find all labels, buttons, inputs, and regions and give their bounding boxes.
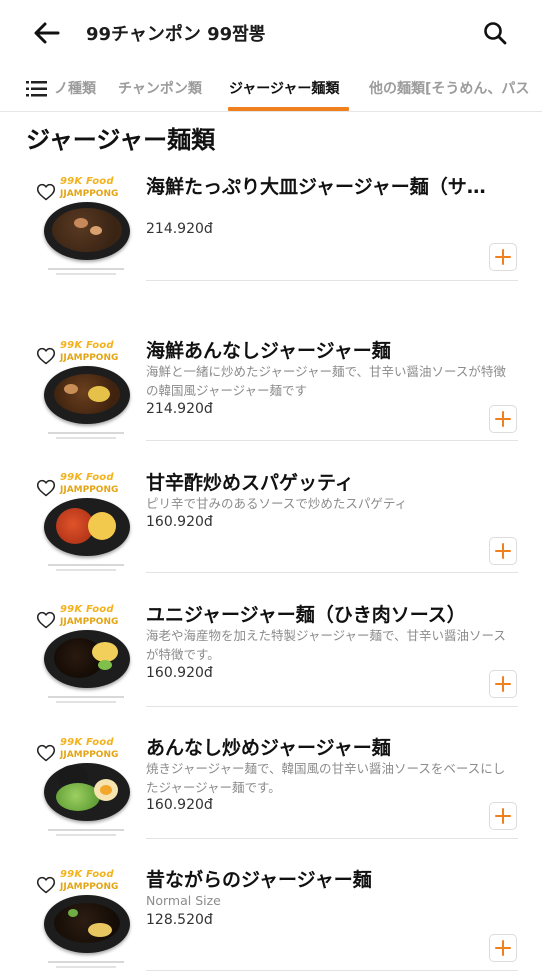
brand-logo-subtext: JJAMPPONG — [60, 485, 119, 495]
favorite-button[interactable] — [36, 182, 56, 202]
item-name: 昔ながらのジャージャー麺 — [146, 869, 372, 891]
plus-icon — [495, 940, 511, 956]
add-to-cart-button[interactable] — [489, 537, 517, 565]
item-description: 焼きジャージャー麺で、韓国風の甘辛い醤油ソースをベースにしたジャージャー麺です。 — [146, 761, 506, 795]
item-price: 160.920đ — [146, 514, 213, 530]
arrow-left-icon — [34, 22, 60, 44]
brand-logo-text: 99K Food — [60, 737, 114, 748]
item-name: 海鮮あんなしジャージャー麺 — [146, 340, 391, 362]
back-button[interactable] — [30, 18, 64, 48]
plus-icon — [495, 676, 511, 692]
item-price: 160.920đ — [146, 797, 213, 813]
item-divider — [146, 706, 518, 707]
heart-outline-icon — [36, 611, 56, 629]
brand-logo-text: 99K Food — [60, 604, 114, 615]
favorite-button[interactable] — [36, 610, 56, 630]
brand-logo-subtext: JJAMPPONG — [60, 750, 119, 760]
active-tab-indicator — [228, 107, 349, 111]
item-divider — [146, 572, 518, 573]
tab-jajangmyeon[interactable]: ジャージャー麺類 — [229, 78, 339, 98]
item-name: 甘辛酢炒めスパゲッティ — [146, 472, 354, 494]
heart-outline-icon — [36, 347, 56, 365]
search-button[interactable] — [482, 20, 508, 46]
brand-logo-text: 99K Food — [60, 869, 114, 880]
store-title: 99チャンポン 99짬뽕 — [86, 24, 266, 45]
item-divider — [146, 970, 518, 971]
heart-outline-icon — [36, 479, 56, 497]
tab-other-noodles[interactable]: 他の麺類[そうめん、パス — [369, 78, 529, 98]
list-menu-icon — [26, 81, 47, 97]
item-price: 214.920đ — [146, 401, 213, 417]
brand-logo-text: 99K Food — [60, 176, 114, 187]
heart-outline-icon — [36, 876, 56, 894]
brand-logo-subtext: JJAMPPONG — [60, 189, 119, 199]
item-name: 海鮮たっぷり大皿ジャージャー麺（サ… — [146, 176, 486, 198]
item-name: ユニジャージャー麺（ひき肉ソース） — [146, 604, 466, 626]
brand-logo-subtext: JJAMPPONG — [60, 617, 119, 627]
tab-champon[interactable]: チャンポン類 — [118, 78, 202, 98]
tab-category-1[interactable]: ノ種類 — [54, 78, 96, 98]
favorite-button[interactable] — [36, 743, 56, 763]
favorite-button[interactable] — [36, 478, 56, 498]
add-to-cart-button[interactable] — [489, 934, 517, 962]
plus-icon — [495, 249, 511, 265]
category-tabs: ノ種類 チャンポン類 ジャージャー麺類 他の麺類[そうめん、パス — [0, 66, 542, 112]
heart-outline-icon — [36, 744, 56, 762]
section-heading: ジャージャー麺類 — [26, 126, 216, 154]
brand-logo-text: 99K Food — [60, 472, 114, 483]
brand-logo-subtext: JJAMPPONG — [60, 882, 119, 892]
item-divider — [146, 838, 518, 839]
add-to-cart-button[interactable] — [489, 802, 517, 830]
brand-logo-subtext: JJAMPPONG — [60, 353, 119, 363]
add-to-cart-button[interactable] — [489, 405, 517, 433]
item-divider — [146, 280, 518, 281]
item-divider — [146, 440, 518, 441]
item-description: 海老や海産物を加えた特製ジャージャー麺で、甘辛い醤油ソースが特徴です。 — [146, 628, 506, 662]
category-menu-button[interactable] — [26, 80, 50, 98]
plus-icon — [495, 411, 511, 427]
add-to-cart-button[interactable] — [489, 243, 517, 271]
item-price: 214.920đ — [146, 221, 213, 237]
top-bar: 99チャンポン 99짬뽕 — [0, 0, 542, 66]
add-to-cart-button[interactable] — [489, 670, 517, 698]
item-description: ピリ辛で甘みのあるソースで炒めたスパゲティ — [146, 496, 408, 511]
plus-icon — [495, 808, 511, 824]
brand-logo-text: 99K Food — [60, 340, 114, 351]
item-price: 128.520đ — [146, 912, 213, 928]
search-icon — [484, 22, 507, 45]
favorite-button[interactable] — [36, 346, 56, 366]
item-description: 海鮮と一緒に炒めたジャージャー麺で、甘辛い醤油ソースが特徴の韓国風ジャージャー麺… — [146, 364, 506, 398]
item-price: 160.920đ — [146, 665, 213, 681]
plus-icon — [495, 543, 511, 559]
item-description: Normal Size — [146, 893, 221, 908]
item-name: あんなし炒めジャージャー麺 — [146, 737, 391, 759]
heart-outline-icon — [36, 183, 56, 201]
favorite-button[interactable] — [36, 875, 56, 895]
